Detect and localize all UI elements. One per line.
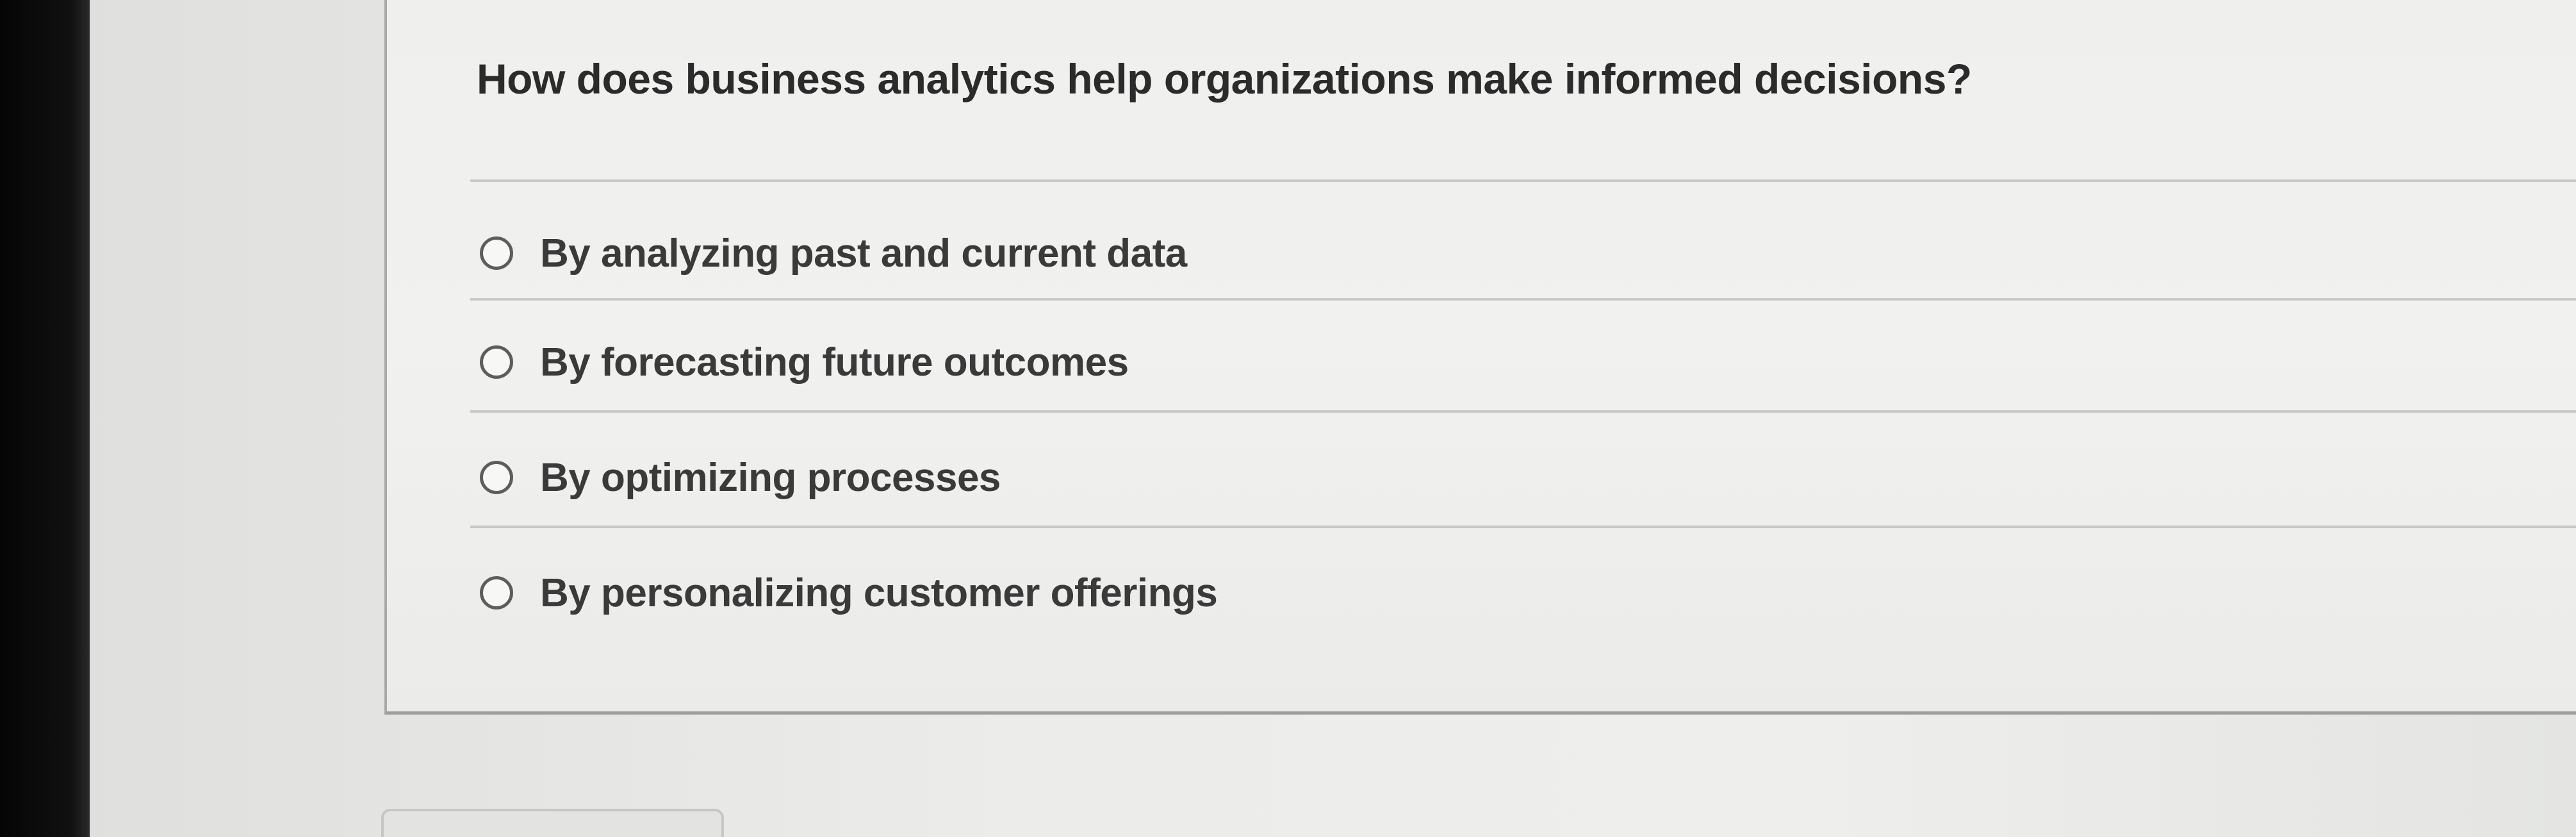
divider: [470, 179, 2576, 182]
divider: [470, 298, 2576, 301]
answer-option-1[interactable]: By analyzing past and current data: [480, 224, 1187, 282]
radio-button[interactable]: [480, 236, 513, 270]
answer-option-label: By forecasting future outcomes: [540, 340, 1129, 385]
next-button[interactable]: [381, 809, 724, 837]
answer-option-4[interactable]: By personalizing customer offerings: [480, 564, 1218, 622]
divider: [470, 410, 2576, 413]
question-card: How does business analytics help organiz…: [384, 0, 2576, 715]
radio-button[interactable]: [480, 576, 513, 609]
answer-option-label: By optimizing processes: [540, 455, 1001, 500]
screen: How does business analytics help organiz…: [0, 0, 2576, 837]
answer-option-2[interactable]: By forecasting future outcomes: [480, 333, 1129, 391]
radio-button[interactable]: [480, 461, 513, 494]
answer-option-label: By analyzing past and current data: [540, 231, 1187, 276]
monitor-bezel: [0, 0, 90, 837]
radio-button[interactable]: [480, 345, 513, 379]
question-text: How does business analytics help organiz…: [477, 55, 1972, 103]
divider: [470, 526, 2576, 528]
answer-option-3[interactable]: By optimizing processes: [480, 449, 1001, 506]
answer-option-label: By personalizing customer offerings: [540, 570, 1218, 615]
